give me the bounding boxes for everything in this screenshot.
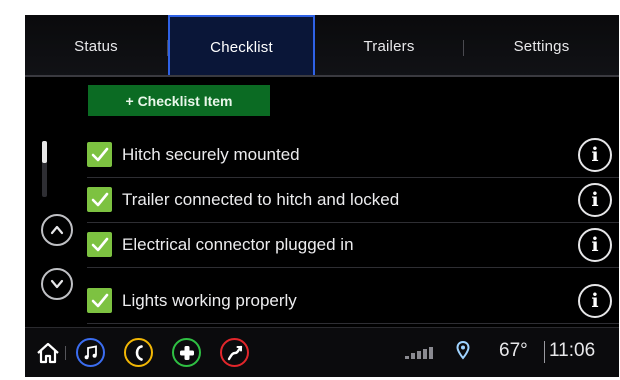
checklist-item-label: Trailer connected to hitch and locked (122, 190, 400, 209)
list-item: Trailer connected to hitch and locked i (87, 178, 619, 223)
signal-icon (405, 347, 433, 359)
info-button[interactable]: i (578, 138, 612, 172)
music-button[interactable] (76, 338, 105, 367)
phone-icon (135, 344, 143, 361)
info-button[interactable]: i (578, 284, 612, 318)
checkbox[interactable] (87, 142, 112, 167)
music-icon (84, 344, 97, 359)
tab-label: Trailers (363, 37, 415, 55)
tab-settings[interactable]: Settings (464, 15, 619, 77)
checkbox[interactable] (87, 187, 112, 212)
scrollbar-thumb[interactable] (42, 141, 47, 163)
info-icon: i (591, 290, 599, 312)
apps-icon (179, 345, 194, 360)
checkmark-icon (91, 192, 108, 206)
info-icon: i (591, 234, 599, 256)
location-pin-icon (456, 340, 470, 360)
tab-status[interactable]: Status (25, 15, 167, 77)
checklist-item-label: Hitch securely mounted (122, 145, 300, 164)
info-icon: i (591, 189, 599, 211)
bottom-bar: 67° 11:06 (25, 327, 619, 377)
navigation-icon (227, 345, 242, 360)
tab-checklist[interactable]: Checklist (168, 15, 315, 77)
tab-trailers[interactable]: Trailers (315, 15, 463, 77)
checklist-item-label: Electrical connector plugged in (122, 235, 354, 254)
checkmark-icon (91, 293, 108, 307)
chevron-up-icon (50, 225, 64, 235)
info-button[interactable]: i (578, 228, 612, 262)
checkbox[interactable] (87, 232, 112, 257)
tab-label: Settings (513, 37, 570, 55)
temperature-readout: 67° (499, 340, 528, 361)
navigation-button[interactable] (220, 338, 249, 367)
add-checklist-item-button[interactable]: + Checklist Item (88, 85, 270, 116)
tab-label: Status (74, 37, 118, 55)
scroll-down-button[interactable] (41, 268, 73, 300)
phone-button[interactable] (124, 338, 153, 367)
list-item: Hitch securely mounted i (87, 133, 619, 178)
chevron-down-icon (50, 279, 64, 289)
clock: 11:06 (549, 340, 596, 361)
signal-indicator (403, 346, 437, 360)
infotainment-screen: Status Checklist Trailers Settings + Che… (25, 15, 619, 377)
tab-label: Checklist (210, 38, 273, 56)
list-item: Lights working properly i (87, 279, 619, 324)
list-item: Electrical connector plugged in i (87, 223, 619, 268)
add-button-label: + Checklist Item (125, 92, 233, 109)
scroll-up-button[interactable] (41, 214, 73, 246)
tab-bar: Status Checklist Trailers Settings (25, 15, 619, 77)
tab-underline (25, 75, 619, 77)
checkbox[interactable] (87, 288, 112, 313)
home-button[interactable] (35, 340, 61, 366)
checklist-item-label: Lights working properly (122, 291, 297, 310)
location-indicator (455, 340, 471, 362)
status-divider (544, 341, 545, 363)
home-icon (37, 342, 59, 364)
checkmark-icon (91, 237, 108, 251)
checkmark-icon (91, 147, 108, 161)
info-icon: i (591, 144, 599, 166)
apps-button[interactable] (172, 338, 201, 367)
info-button[interactable]: i (578, 183, 612, 217)
bar-divider (65, 346, 66, 360)
